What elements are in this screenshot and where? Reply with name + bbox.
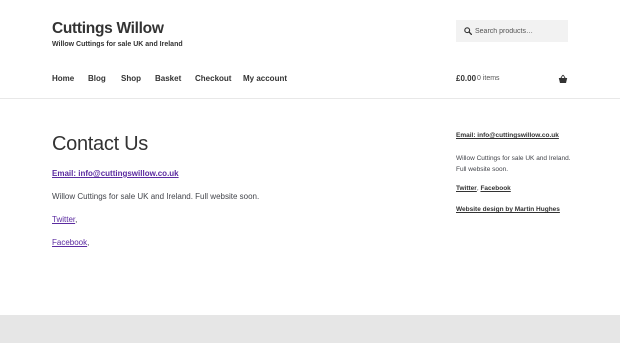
sidebar-email-link[interactable]: Email: info@cuttingswillow.co.uk: [456, 132, 559, 139]
sidebar-social-links: Twitter, Facebook: [456, 185, 511, 192]
nav-item-checkout[interactable]: Checkout: [195, 74, 231, 83]
sidebar-description: Willow Cuttings for sale UK and Ireland.…: [456, 155, 571, 173]
sidebar-facebook-link[interactable]: Facebook: [480, 185, 510, 192]
search-input[interactable]: [474, 20, 566, 42]
site-footer: [0, 315, 620, 343]
cart-amount: £0.00: [456, 74, 477, 83]
header-cart[interactable]: £0.00 0 items: [456, 74, 568, 86]
site-title-link[interactable]: Cuttings Willow: [52, 20, 164, 38]
nav-item-my-account[interactable]: My account: [243, 74, 287, 83]
nav-item-home[interactable]: Home: [52, 74, 74, 83]
sidebar-social-separator: ,: [476, 185, 479, 192]
sidebar-design-credit-link[interactable]: Website design by Martin Hughes: [456, 206, 560, 213]
search-form: [456, 20, 568, 42]
site-header: Cuttings Willow Willow Cuttings for sale…: [0, 0, 620, 99]
facebook-link[interactable]: Facebook: [52, 238, 87, 247]
email-link[interactable]: Email: info@cuttingswillow.co.uk: [52, 169, 179, 178]
twitter-separator: ,: [75, 215, 78, 224]
nav-item-shop[interactable]: Shop: [121, 74, 141, 83]
twitter-line: Twitter,: [52, 215, 77, 224]
cart-item-count: 0 items: [477, 75, 500, 82]
basket-icon: [558, 74, 568, 83]
site-description: Willow Cuttings for sale UK and Ireland: [52, 41, 183, 48]
facebook-separator: ,: [87, 238, 90, 247]
twitter-link[interactable]: Twitter: [52, 215, 75, 224]
sidebar-twitter-link[interactable]: Twitter: [456, 185, 477, 192]
nav-item-basket[interactable]: Basket: [155, 74, 181, 83]
nav-item-blog[interactable]: Blog: [88, 74, 106, 83]
page-title: Contact Us: [52, 133, 148, 155]
site-intro-text: Willow Cuttings for sale UK and Ireland.…: [52, 192, 260, 201]
facebook-line: Facebook,: [52, 238, 89, 247]
search-icon: [464, 27, 472, 35]
